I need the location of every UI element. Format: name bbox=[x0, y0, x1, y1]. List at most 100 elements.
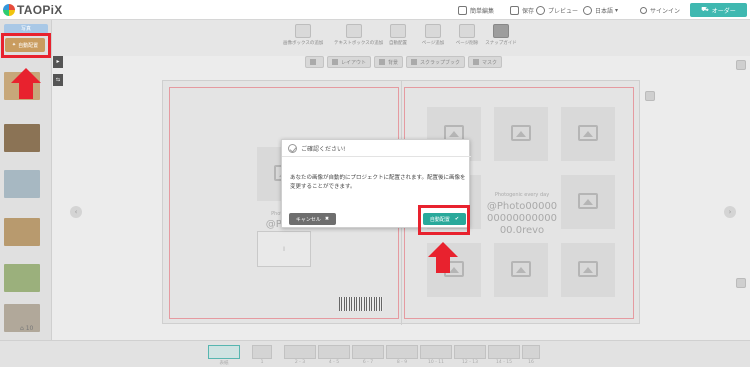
image-icon bbox=[511, 261, 531, 277]
barcode bbox=[339, 297, 383, 311]
user-icon bbox=[640, 6, 647, 14]
page-label: 12 - 13 bbox=[462, 360, 478, 365]
main-toolbar: 画像ボックスの追加 テキストボックスの追加 自動配置 ページ追加 ページ削除 ス… bbox=[0, 20, 750, 56]
top-header: TAOPiX 簡単編集 保存 プレビュー 日本語 ▾ サインイン ⛟ オーダー bbox=[0, 0, 750, 20]
order-button[interactable]: ⛟ オーダー bbox=[690, 3, 747, 17]
image-placeholder[interactable] bbox=[561, 107, 615, 161]
cancel-label: キャンセル bbox=[295, 216, 321, 223]
save-button[interactable]: 保存 bbox=[510, 4, 534, 16]
next-page-icon[interactable]: › bbox=[724, 206, 736, 218]
eye-icon bbox=[536, 5, 545, 15]
home-tab[interactable] bbox=[305, 56, 324, 68]
scrapbook-tab[interactable]: スクラップブック bbox=[406, 56, 466, 68]
order-label: オーダー bbox=[711, 7, 736, 15]
add-text-box-tool[interactable]: テキストボックスの追加 bbox=[334, 24, 383, 54]
page-thumbnail[interactable] bbox=[352, 345, 384, 359]
mask-tab[interactable]: マスク bbox=[468, 56, 503, 68]
cancel-button[interactable]: キャンセル ✖ bbox=[289, 213, 336, 225]
dialog-message: あなたの画像が自動的にプロジェクトに配置されます。配置後に画像を変更することがで… bbox=[290, 175, 466, 190]
image-placeholder[interactable] bbox=[561, 243, 615, 297]
background-label: 背景 bbox=[388, 59, 399, 66]
dialog-header: ご確認ください! bbox=[282, 140, 471, 157]
page-thumbnail[interactable] bbox=[420, 345, 452, 359]
page-label: 6 - 7 bbox=[362, 360, 374, 365]
panel-expand-icon[interactable]: ⇆ bbox=[53, 74, 63, 86]
page-thumbnail[interactable] bbox=[284, 345, 316, 359]
logo-mark-icon bbox=[3, 4, 15, 16]
background-icon bbox=[379, 59, 386, 65]
photo-count-icon: ⌂ bbox=[20, 325, 24, 332]
page-label: 1 bbox=[260, 360, 264, 365]
background-tab[interactable]: 背景 bbox=[374, 56, 404, 68]
photo-thumbnail[interactable] bbox=[4, 170, 40, 198]
preview-label: プレビュー bbox=[548, 7, 579, 15]
placeholder-title: @Photo000000000000000000.0revo bbox=[486, 201, 558, 236]
easy-edit-icon bbox=[458, 5, 467, 15]
page-thumbnail-cover[interactable] bbox=[208, 345, 240, 359]
language-selector[interactable]: 日本語 ▾ bbox=[583, 4, 618, 16]
settings-panel-icon[interactable] bbox=[736, 60, 746, 70]
close-icon: ✖ bbox=[324, 216, 330, 222]
easy-edit-button[interactable]: 簡単編集 bbox=[458, 4, 494, 16]
page-thumbnail[interactable] bbox=[522, 345, 540, 359]
page-thumbnail[interactable] bbox=[488, 345, 520, 359]
photo-frame[interactable]: I bbox=[257, 231, 311, 267]
red-arrow-up-dialog bbox=[428, 242, 458, 273]
dialog-title: ご確認ください! bbox=[301, 145, 346, 153]
text-box-icon bbox=[346, 24, 362, 38]
photo-thumbnail[interactable] bbox=[4, 218, 40, 246]
home-icon bbox=[310, 59, 316, 65]
mask-icon bbox=[473, 59, 480, 65]
highlight-box-confirm bbox=[418, 205, 470, 235]
layout-icon bbox=[332, 59, 338, 65]
snap-guide-tool[interactable]: スナップガイド bbox=[481, 24, 521, 54]
photo-thumbnail[interactable] bbox=[4, 264, 40, 292]
image-placeholder[interactable] bbox=[494, 107, 548, 161]
shuffle-icon[interactable] bbox=[645, 91, 655, 101]
layout-label: レイアウト bbox=[341, 59, 367, 66]
editor-app: TAOPiX 簡単編集 保存 プレビュー 日本語 ▾ サインイン ⛟ オーダー bbox=[0, 0, 750, 367]
page-label: 2 - 3 bbox=[294, 360, 306, 365]
tool-label: 自動配置 bbox=[389, 41, 407, 46]
scrapbook-icon bbox=[411, 59, 418, 65]
add-image-box-tool[interactable]: 画像ボックスの追加 bbox=[283, 24, 323, 54]
scrapbook-label: スクラップブック bbox=[420, 59, 461, 66]
photo-thumbnail[interactable] bbox=[4, 124, 40, 152]
page-thumbnail[interactable] bbox=[252, 345, 272, 359]
photo-count-value: 10 bbox=[25, 325, 34, 332]
panel-collapse-icon[interactable]: ▸ bbox=[53, 56, 63, 68]
design-subnav: レイアウト 背景 スクラップブック マスク bbox=[305, 56, 503, 68]
language-label: 日本語 bbox=[595, 7, 614, 15]
prev-page-icon[interactable]: ‹ bbox=[70, 206, 82, 218]
image-icon bbox=[511, 125, 531, 141]
image-box-icon bbox=[295, 24, 311, 38]
image-icon bbox=[578, 125, 598, 141]
page-label: 表紙 bbox=[219, 361, 229, 366]
auto-arrange-tool[interactable]: 自動配置 bbox=[378, 24, 418, 54]
page-thumbnail[interactable] bbox=[386, 345, 418, 359]
red-arrow-up-left bbox=[11, 68, 41, 99]
page-thumbnail[interactable] bbox=[454, 345, 486, 359]
save-label: 保存 bbox=[522, 7, 535, 15]
zoom-icon[interactable] bbox=[736, 278, 746, 288]
page-label: 4 - 5 bbox=[328, 360, 340, 365]
auto-arrange-icon bbox=[390, 24, 406, 38]
tool-label: 画像ボックスの追加 bbox=[283, 41, 324, 46]
logo-text: TAOPiX bbox=[17, 3, 63, 17]
snap-guide-icon bbox=[493, 24, 509, 38]
check-circle-icon bbox=[288, 143, 297, 153]
add-page-icon bbox=[425, 24, 441, 38]
preview-button[interactable]: プレビュー bbox=[536, 4, 578, 16]
easy-edit-label: 簡単編集 bbox=[470, 7, 495, 15]
image-icon bbox=[578, 193, 598, 209]
page-thumbnail[interactable] bbox=[318, 345, 350, 359]
layout-tab[interactable]: レイアウト bbox=[327, 56, 372, 68]
highlight-box-auto-arrange bbox=[1, 33, 51, 58]
page-strip: 表紙 1 2 - 3 4 - 5 6 - 7 8 - 9 10 - 11 12 … bbox=[0, 340, 750, 367]
cart-icon: ⛟ bbox=[701, 6, 709, 13]
globe-icon bbox=[583, 5, 592, 15]
image-placeholder[interactable] bbox=[494, 243, 548, 297]
page-label: 8 - 9 bbox=[396, 360, 408, 365]
image-placeholder[interactable] bbox=[561, 175, 615, 229]
signin-button[interactable]: サインイン bbox=[640, 4, 680, 16]
